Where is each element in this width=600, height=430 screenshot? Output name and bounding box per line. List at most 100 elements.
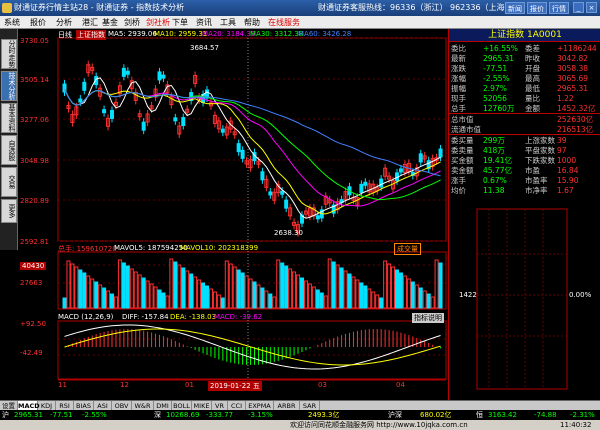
volume-bar bbox=[98, 284, 103, 309]
volume-bar bbox=[236, 269, 241, 309]
macd-title: MACD (12,26,9) bbox=[58, 313, 114, 321]
tab-timeshare[interactable]: 分时走势 bbox=[1, 39, 17, 69]
app-logo-icon bbox=[2, 3, 12, 13]
candle bbox=[284, 199, 289, 209]
price-tick-1: 3505.14 bbox=[20, 76, 49, 84]
volume-bar bbox=[121, 262, 126, 309]
volume-bar bbox=[205, 285, 209, 309]
candle bbox=[181, 117, 186, 127]
volume-bar bbox=[307, 283, 312, 309]
close-icon[interactable]: × bbox=[586, 2, 597, 13]
chart-area[interactable]: 日线 上证指数 MA5: 2939.06 MA10: 2959.31 MA20:… bbox=[18, 29, 448, 400]
status-sz-change: -333.77 bbox=[206, 411, 234, 419]
menu-analysis[interactable]: 分析 bbox=[56, 16, 72, 29]
menu-special[interactable]: 剑社析 bbox=[146, 16, 170, 29]
menu-system[interactable]: 系统 bbox=[4, 16, 20, 29]
volume-bar bbox=[422, 290, 427, 309]
status-hk-price: 3163.42 bbox=[488, 411, 517, 419]
candle bbox=[240, 149, 245, 159]
macd-tick-0: +92.50 bbox=[20, 320, 46, 328]
volume-bar bbox=[280, 262, 285, 309]
indicator-tabs: 设置 MACD KDJ RSI BIAS ASI OBV W&R DMI BOLL MIKE VR CC… bbox=[0, 400, 600, 411]
indicator-help-button[interactable]: 指标说明 bbox=[412, 313, 444, 323]
tab-trade[interactable]: 交易 bbox=[1, 167, 17, 197]
ma20-value: MA20: 3184.39 bbox=[202, 30, 256, 38]
volume-bar bbox=[371, 291, 376, 309]
volume-bar bbox=[430, 296, 435, 309]
volume-bar bbox=[268, 293, 273, 309]
status-hk-label: 恒 bbox=[476, 411, 483, 419]
volume-bar bbox=[232, 266, 237, 309]
volume-bar bbox=[383, 260, 388, 309]
volume-bar bbox=[418, 287, 423, 309]
candle bbox=[280, 190, 285, 195]
volume-bar bbox=[244, 275, 249, 309]
volume-bar bbox=[355, 279, 360, 309]
x-tick-0: 11 bbox=[58, 381, 67, 389]
volume-bar bbox=[260, 287, 265, 309]
volume-bar bbox=[110, 293, 114, 309]
volume-bar bbox=[296, 274, 301, 309]
volume-bar bbox=[137, 274, 142, 309]
menu-tools[interactable]: 工具 bbox=[220, 16, 236, 29]
footer-message[interactable]: 欢迎访问同花顺金融服务网 http://www.10jqka.com.cn bbox=[290, 420, 468, 430]
candle bbox=[438, 148, 443, 158]
window-title: 财通证券行情主站28 - 财通证券 - 指数技术分析 bbox=[14, 3, 185, 12]
status-turnover: 2493.3亿 bbox=[308, 411, 340, 419]
vol-mavol5: MAVOL5: 187594250 bbox=[114, 244, 188, 252]
candle bbox=[359, 183, 364, 193]
ma5-line bbox=[64, 77, 441, 219]
volume-bar bbox=[426, 293, 431, 309]
menu-hk[interactable]: 港汇 bbox=[82, 16, 98, 29]
volume-bar bbox=[185, 270, 190, 309]
menu-help[interactable]: 帮助 bbox=[244, 16, 260, 29]
menu-fund[interactable]: 基金 bbox=[102, 16, 118, 29]
volume-bar bbox=[311, 286, 316, 309]
volume-bar bbox=[438, 262, 443, 309]
volume-bar bbox=[331, 261, 336, 309]
news-button[interactable]: 新闻 bbox=[505, 2, 525, 14]
price-tick-2: 3277.06 bbox=[20, 116, 49, 124]
price-tick-3: 3048.98 bbox=[20, 157, 49, 165]
ma10-line bbox=[64, 88, 441, 215]
quote-button[interactable]: 报价 bbox=[527, 2, 547, 14]
volume-bar bbox=[359, 282, 364, 309]
menu-news[interactable]: 资讯 bbox=[196, 16, 212, 29]
app-window: 财通证券行情主站28 - 财通证券 - 指数技术分析 财通证券客服热线：9633… bbox=[0, 0, 600, 430]
candle bbox=[157, 71, 162, 81]
volume-bar bbox=[169, 258, 174, 309]
menu-jq[interactable]: 剑桥 bbox=[124, 16, 140, 29]
footer-bar: 欢迎访问同花顺金融服务网 http://www.10jqka.com.cn 11… bbox=[0, 420, 600, 430]
chart-svg bbox=[57, 37, 447, 381]
volume-bar bbox=[335, 264, 340, 309]
tab-watchlist[interactable]: 自选股 bbox=[1, 135, 17, 165]
ma-period-label: 日线 bbox=[58, 31, 72, 39]
volume-bar bbox=[153, 286, 158, 309]
menu-order[interactable]: 下单 bbox=[172, 16, 188, 29]
x-tick-4: 03 bbox=[318, 381, 327, 389]
volume-dropdown[interactable]: 成交量 bbox=[394, 243, 421, 255]
status-sz-pct: -3.15% bbox=[248, 411, 273, 419]
candle bbox=[220, 128, 225, 133]
volume-bar bbox=[220, 297, 225, 309]
menu-quote[interactable]: 报价 bbox=[30, 16, 46, 29]
candle bbox=[418, 153, 423, 163]
price-tick-5: 2592.81 bbox=[20, 238, 49, 246]
minimize-icon[interactable]: _ bbox=[573, 2, 584, 13]
left-side-tabs: 分时走势 技术分析 基本资料 自选股 交易 更多 bbox=[0, 29, 18, 250]
volume-bar bbox=[165, 295, 170, 309]
quote-panel: 上证指数 1A0001 委比 +16.55% 委差 +1186244 最新 2965.31… bbox=[448, 29, 600, 400]
macd-value: MACD: -39.62 bbox=[214, 313, 263, 321]
volume-bar bbox=[300, 277, 304, 309]
volume-bar bbox=[133, 271, 138, 309]
status-sh-change: -77.51 bbox=[50, 411, 73, 419]
volume-bar bbox=[379, 297, 384, 309]
candle bbox=[121, 67, 126, 77]
market-button[interactable]: 行情 bbox=[549, 2, 569, 14]
tab-fundamentals[interactable]: 基本资料 bbox=[1, 103, 17, 133]
volume-bar bbox=[292, 271, 297, 309]
tab-technical[interactable]: 技术分析 bbox=[1, 71, 17, 101]
menu-online-service[interactable]: 在线服务 bbox=[268, 16, 300, 29]
tab-more[interactable]: 更多 bbox=[1, 199, 17, 223]
volume-bar bbox=[216, 294, 221, 309]
